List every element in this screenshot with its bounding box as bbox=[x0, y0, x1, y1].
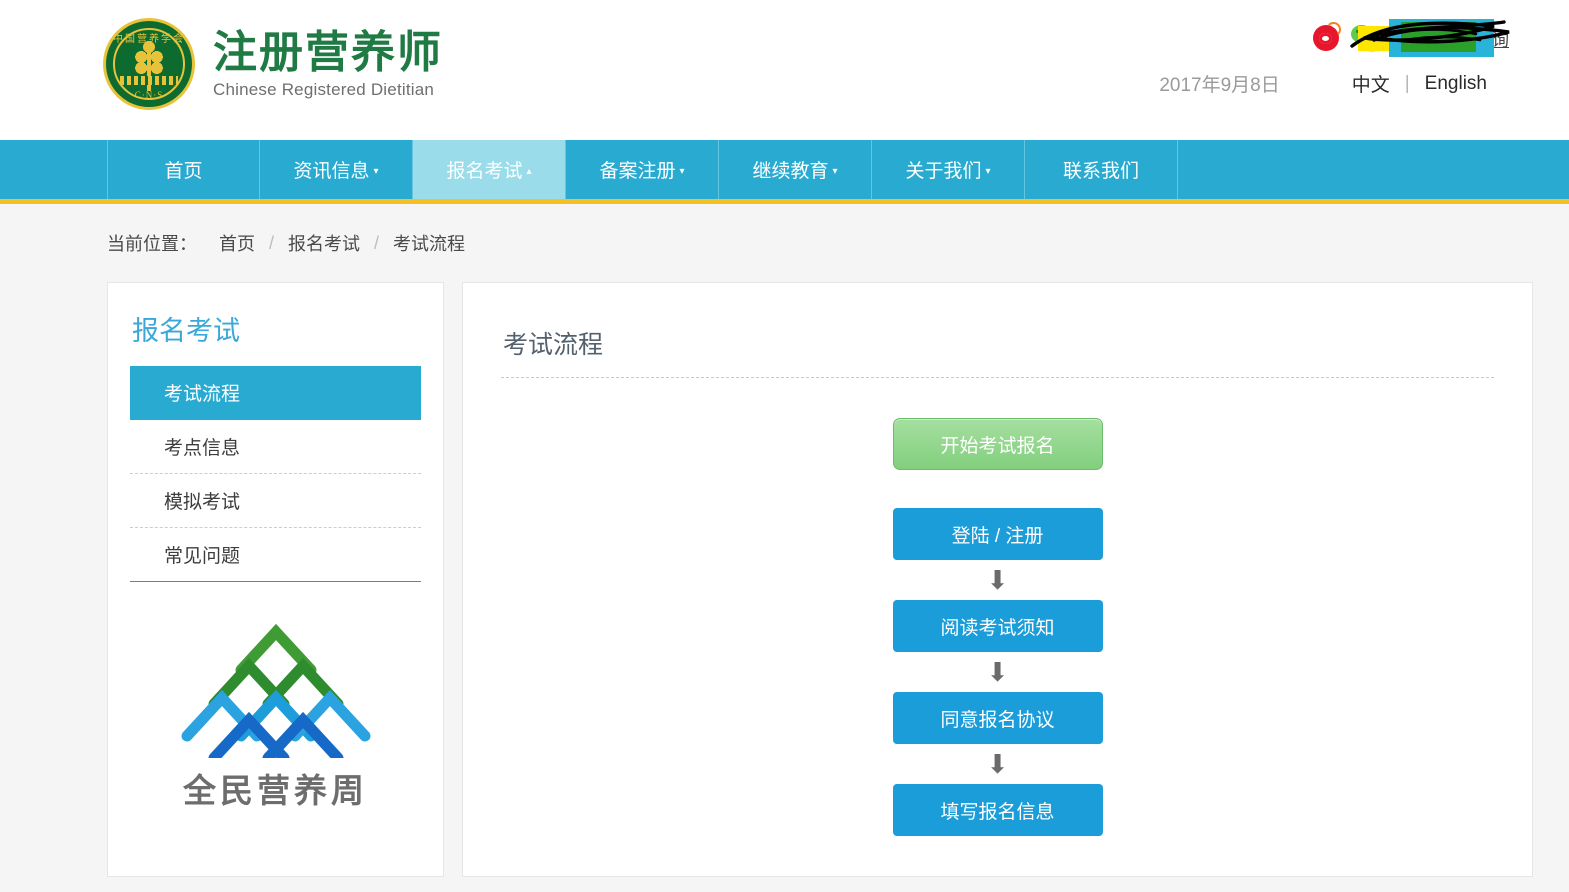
nav-item-about-us[interactable]: 关于我们 ▾ bbox=[872, 140, 1025, 199]
sidebar-item-label: 考试流程 bbox=[164, 384, 241, 405]
chevron-down-icon: ▾ bbox=[373, 165, 379, 177]
nav-label: 备案注册 bbox=[599, 161, 676, 182]
step-read-exam-notice-button[interactable]: 阅读考试须知 bbox=[892, 600, 1103, 652]
chevron-down-icon: ▾ bbox=[679, 165, 685, 177]
chevron-down-icon: ▾ bbox=[985, 165, 991, 177]
exam-process-flow: 开始考试报名 登陆 / 注册 ⬇ 阅读考试须知 ⬇ 同意报名协议 ⬇ 填写报名信… bbox=[501, 418, 1494, 836]
breadcrumb-label: 当前位置： bbox=[107, 234, 197, 254]
sidebar-item-label: 常见问题 bbox=[164, 546, 241, 567]
nav-item-news[interactable]: 资讯信息 ▾ bbox=[260, 140, 413, 199]
step-login-register-button[interactable]: 登陆 / 注册 bbox=[892, 508, 1103, 560]
sidebar-item-exam-process[interactable]: 考试流程 bbox=[130, 366, 421, 420]
nav-item-record-registration[interactable]: 备案注册 ▾ bbox=[566, 140, 719, 199]
nav-item-contact-us[interactable]: 联系我们 bbox=[1025, 140, 1178, 199]
site-header: 中国营养学会 C·N·S 注册营养师 Chinese Registered Di… bbox=[0, 0, 1569, 140]
arrow-down-icon: ⬇ bbox=[986, 749, 1009, 779]
chevron-down-icon: ▾ bbox=[832, 165, 838, 177]
nutrition-week-caption: 全民营养周 bbox=[183, 772, 368, 809]
breadcrumb-item-home[interactable]: 首页 bbox=[219, 230, 255, 256]
sidebar-item-mock-exam[interactable]: 模拟考试 bbox=[130, 474, 421, 528]
nutrition-week-chevron-icon bbox=[181, 623, 370, 758]
logo-title-en: Chinese Registered Dietitian bbox=[213, 79, 435, 99]
header-right-area: 证书查询 2017年9月8日 中文 | English bbox=[1029, 19, 1510, 97]
main-navigation: 首页 资讯信息 ▾ 报名考试 ▴ 备案注册 ▾ 继续教育 ▾ 关于我们 ▾ 联系… bbox=[0, 140, 1569, 204]
nav-label: 联系我们 bbox=[1062, 161, 1139, 182]
nav-label: 继续教育 bbox=[752, 161, 829, 182]
redaction-scribble-icon bbox=[1350, 20, 1510, 48]
nav-item-home[interactable]: 首页 bbox=[107, 140, 260, 199]
header-info-row: 2017年9月8日 中文 | English bbox=[1029, 70, 1509, 97]
logo-text-block: 注册营养师 Chinese Registered Dietitian bbox=[213, 28, 443, 99]
breadcrumb-item-current: 考试流程 bbox=[393, 234, 466, 254]
nav-item-exam-registration[interactable]: 报名考试 ▴ bbox=[413, 140, 566, 199]
nav-label: 报名考试 bbox=[446, 161, 523, 182]
arrow-down-icon: ⬇ bbox=[986, 657, 1009, 687]
nav-item-continuing-education[interactable]: 继续教育 ▾ bbox=[719, 140, 872, 199]
current-date: 2017年9月8日 bbox=[1159, 75, 1280, 96]
step-fill-registration-info-button[interactable]: 填写报名信息 bbox=[892, 784, 1103, 836]
language-switcher: 中文 | English bbox=[1352, 70, 1487, 97]
sidebar-item-label: 考点信息 bbox=[164, 438, 241, 459]
cns-seal-icon: 中国营养学会 C·N·S bbox=[103, 18, 195, 110]
breadcrumb: 当前位置： 首页 / 报名考试 / 考试流程 bbox=[0, 204, 1569, 282]
header-utility-row: 证书查询 bbox=[1029, 19, 1510, 57]
sidebar-title: 报名考试 bbox=[132, 316, 240, 346]
breadcrumb-item-exam-registration[interactable]: 报名考试 bbox=[288, 230, 360, 256]
arrow-down-icon: ⬇ bbox=[986, 565, 1009, 595]
breadcrumb-separator: / bbox=[269, 232, 275, 253]
nav-label: 资讯信息 bbox=[293, 161, 370, 182]
nav-label: 关于我们 bbox=[905, 161, 982, 182]
seal-base-pattern bbox=[120, 76, 178, 85]
page-title: 考试流程 bbox=[503, 331, 604, 359]
nutrition-week-banner[interactable]: 全民营养周 bbox=[130, 608, 421, 812]
lang-english[interactable]: English bbox=[1425, 73, 1487, 95]
redaction-overlay bbox=[1344, 16, 1524, 60]
content-panel: 考试流程 开始考试报名 登陆 / 注册 ⬇ 阅读考试须知 ⬇ 同意报名协议 ⬇ … bbox=[462, 282, 1533, 877]
breadcrumb-separator: / bbox=[374, 232, 380, 253]
site-logo[interactable]: 中国营养学会 C·N·S 注册营养师 Chinese Registered Di… bbox=[103, 18, 443, 110]
title-divider bbox=[501, 377, 1494, 378]
sidebar: 报名考试 考试流程 考点信息 模拟考试 常见问题 全民营养周 bbox=[107, 282, 444, 877]
sidebar-menu: 考试流程 考点信息 模拟考试 常见问题 bbox=[130, 366, 421, 582]
lang-separator: | bbox=[1404, 72, 1410, 94]
sidebar-item-label: 模拟考试 bbox=[164, 492, 241, 513]
chevron-up-icon: ▴ bbox=[526, 165, 532, 177]
sidebar-item-faq[interactable]: 常见问题 bbox=[130, 528, 421, 582]
start-exam-registration-button[interactable]: 开始考试报名 bbox=[892, 418, 1103, 470]
sidebar-item-exam-sites[interactable]: 考点信息 bbox=[130, 420, 421, 474]
step-agree-agreement-button[interactable]: 同意报名协议 bbox=[892, 692, 1103, 744]
lang-chinese[interactable]: 中文 bbox=[1352, 70, 1390, 97]
weibo-icon[interactable] bbox=[1313, 22, 1341, 51]
page-body: 报名考试 考试流程 考点信息 模拟考试 常见问题 全民营养周 考试流程 开始考试… bbox=[0, 282, 1569, 877]
nav-label: 首页 bbox=[164, 161, 203, 182]
seal-abbr-text: C·N·S bbox=[134, 90, 164, 100]
logo-title-cn: 注册营养师 bbox=[213, 28, 443, 78]
